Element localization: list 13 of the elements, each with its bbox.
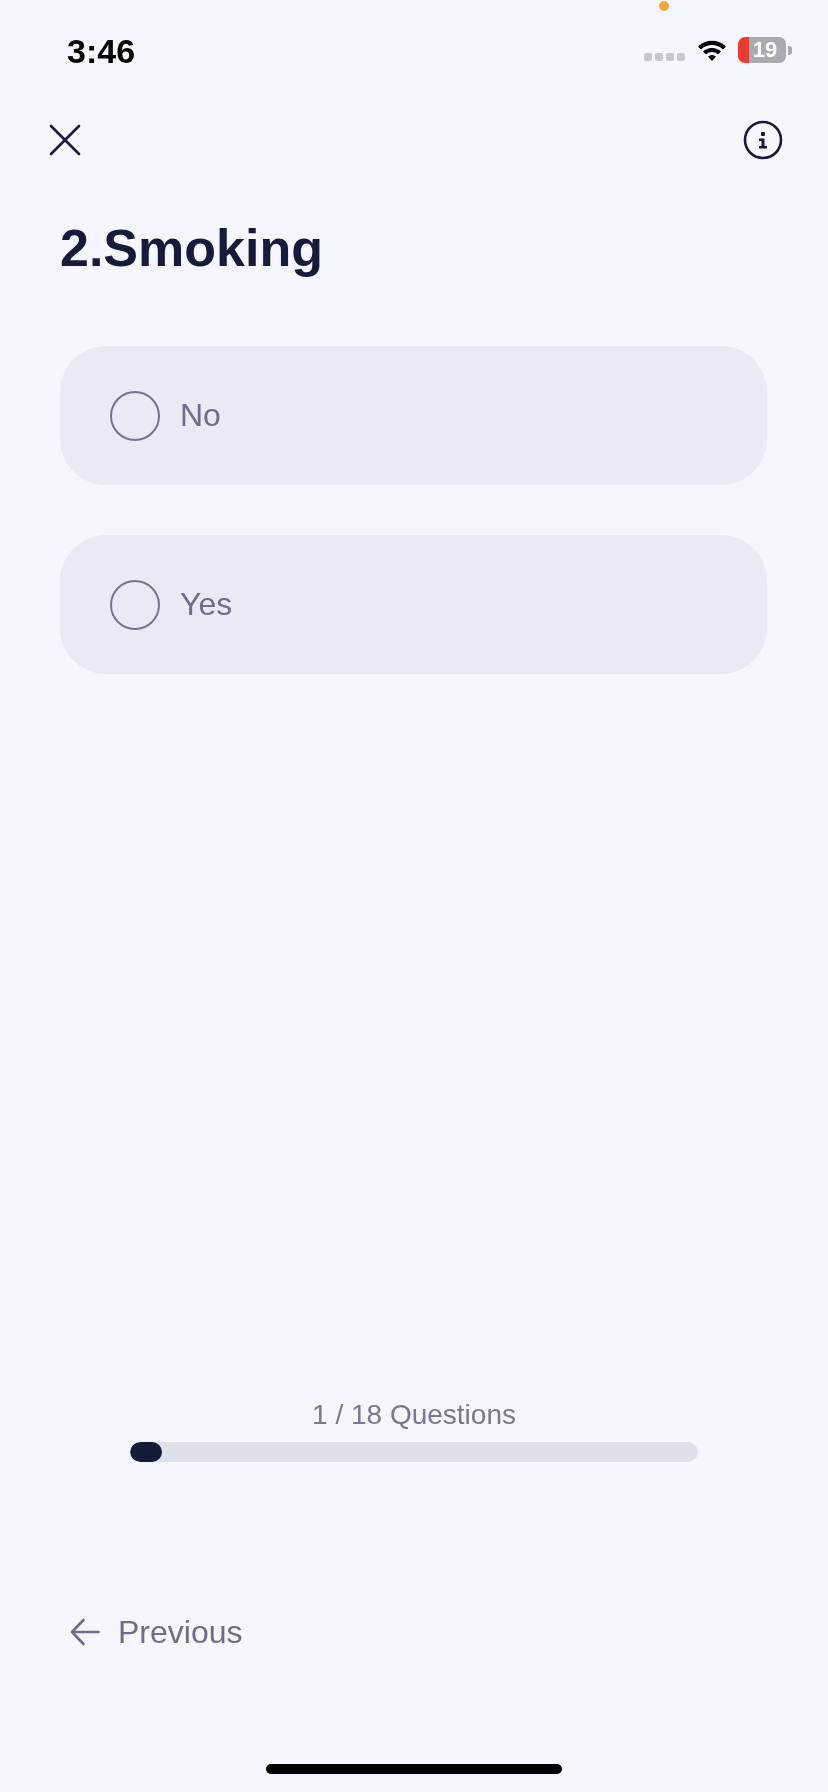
answer-option[interactable]: No [60, 346, 767, 485]
progress-label: 1 / 18 Questions [312, 1398, 516, 1432]
battery-percentage: 19 [752, 38, 778, 62]
info-icon[interactable] [743, 120, 783, 160]
wifi-icon [696, 38, 728, 62]
question-title: 2.Smoking [60, 218, 323, 279]
indicator-dot-icon [659, 1, 669, 11]
status-time: 3:46 [67, 31, 136, 71]
arrow-left-icon [70, 1618, 100, 1646]
signal-icon [644, 53, 686, 61]
close-icon[interactable] [49, 124, 81, 156]
previous-button[interactable]: Previous [70, 1612, 243, 1652]
answer-option[interactable]: Yes [60, 535, 767, 674]
